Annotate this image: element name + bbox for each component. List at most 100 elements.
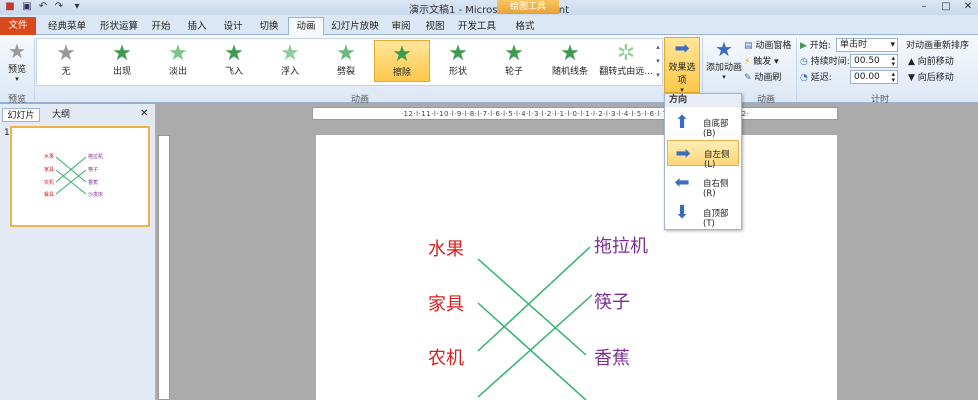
lightning-icon: ⚡ [744, 57, 751, 67]
gallery-scroll[interactable]: ▴ ▾ ▾ [654, 40, 662, 84]
close-icon[interactable]: ✕ [958, 1, 978, 13]
play-icon: ▶ [800, 41, 807, 51]
animation-shape[interactable]: ★ 形状 [430, 40, 486, 82]
right-word-tractor[interactable]: 拖拉机 [594, 232, 648, 258]
animation-label: 翻转式由远... [599, 67, 653, 77]
direction-menu: 方向 ⬆ 自底部(B) ➡ 自左侧(L) ⬅ 自右侧(R) ⬇ 自顶部(T) [664, 93, 742, 230]
animation-label: 形状 [448, 67, 467, 77]
star-icon: ★ [112, 41, 132, 66]
duration-input[interactable]: 00.50 ▴ ▾ [850, 54, 898, 68]
minimize-icon[interactable]: – [914, 1, 934, 13]
animation-fly-in[interactable]: ★ 飞入 [206, 40, 262, 82]
tab-review[interactable]: 审阅 [386, 18, 416, 35]
preview-button[interactable]: ★ 预览 ▾ [2, 40, 32, 83]
start-label-text: 开始: [809, 41, 831, 51]
close-pane-icon[interactable]: ✕ [140, 108, 148, 119]
animation-label: 轮子 [504, 67, 523, 77]
animation-fade[interactable]: ★ 淡出 [150, 40, 206, 82]
star-icon: ★ [56, 41, 76, 66]
tab-slideshow[interactable]: 幻灯片放映 [326, 18, 384, 35]
tab-classic-menu[interactable]: 经典菜单 [44, 18, 90, 35]
right-word-banana[interactable]: 香蕉 [594, 344, 630, 370]
left-word-farm-machine[interactable]: 农机 [428, 344, 464, 370]
tab-developer[interactable]: 开发工具 [454, 18, 500, 35]
trigger-button[interactable]: ⚡ 触发 ▾ [744, 55, 779, 69]
tab-transitions[interactable]: 切换 [254, 18, 284, 35]
add-animation-button[interactable]: ★ 添加动画 ▾ [705, 38, 743, 81]
tab-view[interactable]: 视图 [420, 18, 450, 35]
triangle-down-icon: ▼ [908, 73, 915, 83]
tab-slides[interactable]: 幻灯片 [2, 108, 40, 122]
animation-appear[interactable]: ★ 出现 [94, 40, 150, 82]
animation-random-bars[interactable]: ★ 随机线条 [542, 40, 598, 82]
direction-from-top[interactable]: ⬇ 自顶部(T) [667, 200, 739, 230]
animation-label: 浮入 [280, 67, 299, 77]
direction-label: 自右侧(R) [703, 179, 729, 199]
start-label: ▶ 开始: [800, 39, 831, 53]
slide[interactable]: 水果 家具 农机 拖拉机 筷子 香蕉 [316, 135, 837, 400]
thumb-left-word: 水果 [44, 154, 55, 160]
preview-label: 预览 [7, 65, 26, 75]
thumb-right-word: 香蕉 [88, 180, 99, 186]
line-fruit[interactable] [477, 258, 587, 356]
line-farm-machine[interactable] [477, 246, 591, 352]
tab-outline[interactable]: 大纲 [42, 108, 80, 122]
tab-file[interactable]: 文件 [0, 17, 36, 35]
animation-label: 淡出 [168, 67, 187, 77]
direction-from-bottom[interactable]: ⬆ 自底部(B) [667, 110, 739, 140]
start-select[interactable]: 单击时 ▾ [836, 38, 898, 52]
animation-label: 无 [61, 67, 71, 77]
direction-label: 自底部(B) [703, 119, 729, 139]
window-title: 演示文稿1 - Microsoft PowerPoint [408, 5, 570, 16]
direction-from-right[interactable]: ⬅ 自右侧(R) [667, 170, 739, 200]
chevron-down-icon: ▾ [890, 40, 895, 50]
move-earlier-label: 向前移动 [917, 57, 954, 67]
maximize-icon[interactable]: □ [936, 1, 956, 13]
star-icon: ★ [504, 41, 524, 66]
tab-insert[interactable]: 插入 [182, 18, 212, 35]
star-icon: ★ [560, 41, 580, 66]
add-star-icon: ★ [715, 37, 733, 61]
animation-float-in[interactable]: ★ 浮入 [262, 40, 318, 82]
left-word-furniture[interactable]: 家具 [428, 290, 464, 316]
effect-options-button[interactable]: ➡ 效果选项 ▾ [664, 37, 700, 94]
animation-pane-button[interactable]: ▤ 动画窗格 [744, 39, 791, 53]
direction-from-left[interactable]: ➡ 自左侧(L) [667, 140, 739, 170]
animation-painter-button[interactable]: ✎ 动画刷 [744, 71, 781, 85]
effect-options-label: 效果选项 [668, 63, 696, 86]
divider [702, 38, 703, 100]
animation-split[interactable]: ★ 劈裂 [318, 40, 374, 82]
duration-value: 00.50 [854, 56, 880, 66]
animation-none[interactable]: ★ 无 [38, 40, 94, 82]
tab-home[interactable]: 开始 [146, 18, 176, 35]
animation-wipe[interactable]: ★ 擦除 [374, 40, 430, 82]
thumb-right-word: 筷子 [88, 167, 99, 173]
right-word-chopsticks[interactable]: 筷子 [594, 288, 630, 314]
thumb-left-word: 餐具 [44, 192, 55, 198]
arrow-right-icon: ➡ [674, 38, 690, 59]
star-icon: ✲ [616, 41, 636, 66]
triangle-up-icon: ▲ [908, 57, 915, 67]
preview-star-icon: ★ [8, 39, 26, 63]
divider [34, 38, 35, 100]
left-word-fruit[interactable]: 水果 [428, 235, 464, 261]
spinner-icon: ▴ ▾ [891, 54, 895, 68]
delay-label: ◔ 延迟: [800, 71, 832, 85]
tab-shape-ops[interactable]: 形状运算 [96, 18, 142, 35]
tab-design[interactable]: 设计 [218, 18, 248, 35]
animation-grow-turn[interactable]: ✲ 翻转式由远... [598, 40, 654, 82]
move-later-label: 向后移动 [917, 73, 954, 83]
animation-wheel[interactable]: ★ 轮子 [486, 40, 542, 82]
move-later-button[interactable]: ▼ 向后移动 [908, 71, 954, 85]
animation-label: 擦除 [392, 68, 411, 78]
clock-icon: ◷ [800, 57, 808, 67]
chevron-down-icon: ▾ [15, 75, 19, 83]
tab-format[interactable]: 格式 [510, 18, 540, 35]
move-earlier-button[interactable]: ▲ 向前移动 [908, 55, 954, 69]
line-furniture[interactable] [477, 302, 587, 400]
delay-value: 00.00 [854, 72, 880, 82]
trigger-label: 触发 [753, 57, 772, 67]
tab-animations[interactable]: 动画 [288, 17, 324, 35]
delay-input[interactable]: 00.00 ▴ ▾ [850, 70, 898, 84]
slide-thumbnail[interactable]: 水果 家具 农机 餐具 拖拉机 筷子 香蕉 沙发床 [10, 126, 150, 227]
